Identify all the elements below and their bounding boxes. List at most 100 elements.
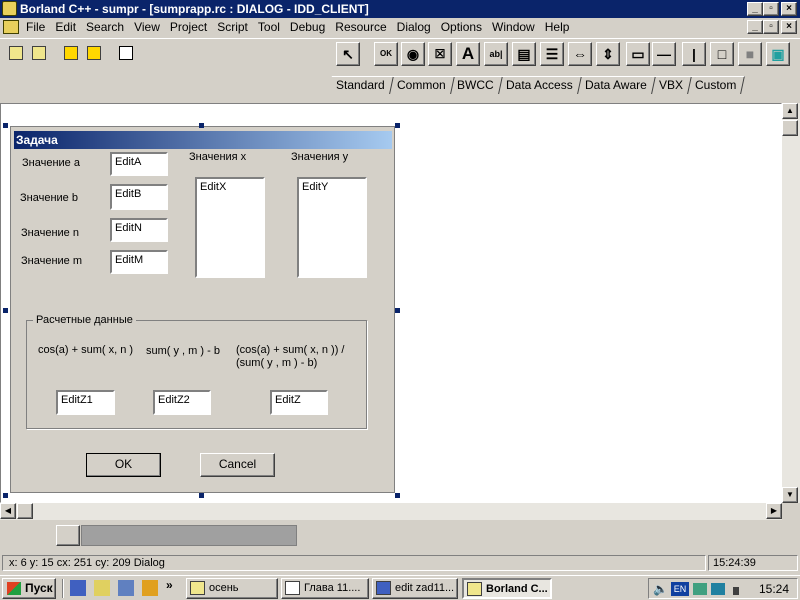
edit-tool[interactable]: ab| bbox=[484, 42, 508, 66]
minimize-button[interactable]: _ bbox=[747, 2, 763, 16]
ok-button[interactable]: OK bbox=[86, 453, 161, 477]
mdi-minimize-button[interactable]: _ bbox=[747, 20, 763, 34]
tray-app-icon[interactable] bbox=[711, 583, 725, 595]
resize-handle[interactable] bbox=[199, 493, 204, 498]
hscroll-tool[interactable]: ⇔ bbox=[568, 42, 592, 66]
bitmap-tool[interactable]: ▣ bbox=[766, 42, 790, 66]
start-button[interactable]: Пуск bbox=[2, 578, 56, 599]
language-indicator[interactable]: EN bbox=[671, 582, 689, 596]
tab-custom[interactable]: Custom bbox=[686, 76, 745, 94]
edit-b[interactable]: EditB bbox=[110, 184, 168, 210]
cancel-button[interactable]: Cancel bbox=[200, 453, 275, 477]
task-osen[interactable]: осень bbox=[186, 578, 278, 599]
mdi-restore-button[interactable]: ▫ bbox=[763, 20, 779, 34]
maximize-button[interactable]: ▫ bbox=[763, 2, 779, 16]
vertical-scrollbar[interactable] bbox=[782, 103, 800, 503]
vscroll-tool[interactable]: ⇕ bbox=[596, 42, 620, 66]
clock[interactable]: 15:24 bbox=[759, 582, 789, 596]
menu-dialog[interactable]: Dialog bbox=[392, 18, 436, 37]
task-glava[interactable]: Глава 11.... bbox=[281, 578, 369, 599]
tab-bwcc[interactable]: BWCC bbox=[449, 76, 503, 94]
menu-resource[interactable]: Resource bbox=[330, 18, 391, 37]
palette-tabs: Standard Common BWCC Data Access Data Aware V… bbox=[328, 76, 800, 98]
dialog-title: Задача bbox=[14, 131, 392, 149]
edit-z1[interactable]: EditZ1 bbox=[56, 390, 115, 415]
edit-a[interactable]: EditA bbox=[110, 152, 168, 176]
resize-handle[interactable] bbox=[199, 123, 204, 128]
align-tool-button[interactable] bbox=[56, 525, 80, 546]
menu-options[interactable]: Options bbox=[436, 18, 487, 37]
window-title: Borland C++ - sumpr - [sumprapp.rc : DIA… bbox=[20, 2, 369, 16]
volume-icon[interactable]: 🔈 bbox=[653, 582, 668, 596]
listbox-tool[interactable]: ▤ bbox=[512, 42, 536, 66]
tab-data-aware[interactable]: Data Aware bbox=[576, 76, 656, 94]
resize-handle[interactable] bbox=[395, 493, 400, 498]
build-button[interactable] bbox=[60, 42, 84, 66]
resize-handle[interactable] bbox=[395, 308, 400, 313]
edit-z[interactable]: EditZ bbox=[270, 390, 328, 415]
task-edit-zad[interactable]: edit zad11... bbox=[372, 578, 458, 599]
menu-project[interactable]: Project bbox=[165, 18, 212, 37]
mdi-close-button[interactable]: × bbox=[781, 20, 797, 34]
static-text-tool[interactable]: A bbox=[456, 42, 480, 66]
horizontal-scrollbar[interactable] bbox=[0, 503, 782, 520]
menu-tool[interactable]: Tool bbox=[253, 18, 285, 37]
pushbutton-tool[interactable]: OK bbox=[374, 42, 398, 66]
menu-search[interactable]: Search bbox=[81, 18, 129, 37]
new-button[interactable] bbox=[5, 42, 29, 66]
edit-x[interactable]: EditX bbox=[195, 177, 265, 278]
vertical-scroll-thumb[interactable] bbox=[782, 120, 798, 136]
scroll-up-button[interactable]: ▲ bbox=[782, 103, 798, 119]
network-icon[interactable] bbox=[693, 583, 707, 595]
hline-tool[interactable]: — bbox=[652, 42, 676, 66]
menu-bar: File Edit Search View Project Script Tool Debug… bbox=[0, 18, 800, 37]
scroll-right-button[interactable]: ▶ bbox=[766, 503, 782, 519]
edit-z2[interactable]: EditZ2 bbox=[153, 390, 211, 415]
tray-small-icon[interactable] bbox=[733, 587, 739, 595]
open-button[interactable] bbox=[28, 42, 52, 66]
menu-debug[interactable]: Debug bbox=[285, 18, 330, 37]
help-pointer-button[interactable] bbox=[115, 42, 139, 66]
outlook-icon[interactable] bbox=[94, 580, 110, 596]
media-icon[interactable] bbox=[142, 580, 158, 596]
edit-m[interactable]: EditM bbox=[110, 250, 168, 274]
menu-script[interactable]: Script bbox=[212, 18, 253, 37]
resize-handle[interactable] bbox=[3, 123, 8, 128]
tab-vbx[interactable]: VBX bbox=[650, 76, 692, 94]
edit-n[interactable]: EditN bbox=[110, 218, 168, 242]
menu-window[interactable]: Window bbox=[487, 18, 540, 37]
frame-tool[interactable]: □ bbox=[710, 42, 734, 66]
borland-app-icon[interactable] bbox=[2, 1, 17, 16]
resize-handle[interactable] bbox=[3, 493, 8, 498]
rectangle-tool[interactable]: ■ bbox=[738, 42, 762, 66]
pointer-tool[interactable]: ↖ bbox=[336, 42, 360, 66]
explorer-icon[interactable] bbox=[118, 580, 134, 596]
checkbox-tool[interactable]: ☒ bbox=[428, 42, 452, 66]
menu-help[interactable]: Help bbox=[540, 18, 575, 37]
resize-handle[interactable] bbox=[395, 123, 400, 128]
more-quicklaunch-icon[interactable]: » bbox=[166, 578, 178, 594]
groupbox-tool[interactable]: ▭ bbox=[626, 42, 650, 66]
task-borland[interactable]: Borland C... bbox=[462, 578, 552, 599]
horizontal-scroll-thumb[interactable] bbox=[17, 503, 33, 519]
combobox-tool[interactable]: ☰ bbox=[540, 42, 564, 66]
scroll-left-button[interactable]: ◀ bbox=[0, 503, 16, 519]
edit-y[interactable]: EditY bbox=[297, 177, 367, 278]
menu-view[interactable]: View bbox=[129, 18, 165, 37]
desktop-icon[interactable] bbox=[70, 580, 86, 596]
menu-file[interactable]: File bbox=[21, 18, 50, 37]
scroll-down-button[interactable]: ▼ bbox=[782, 487, 798, 503]
tab-data-access[interactable]: Data Access bbox=[498, 76, 582, 94]
status-coordinates: x: 6 y: 15 cx: 251 cy: 209 Dialog bbox=[2, 555, 706, 571]
vline-tool[interactable]: | bbox=[682, 42, 706, 66]
make-button[interactable] bbox=[83, 42, 107, 66]
tab-common[interactable]: Common bbox=[388, 76, 455, 94]
tab-standard[interactable]: Standard bbox=[328, 76, 394, 94]
word-icon bbox=[285, 581, 300, 595]
resize-handle[interactable] bbox=[3, 308, 8, 313]
radiobutton-tool[interactable]: ◉ bbox=[401, 42, 425, 66]
formula-z1: cos(a) + sum( x, n ) bbox=[38, 344, 134, 356]
close-button[interactable]: × bbox=[781, 2, 797, 16]
menu-edit[interactable]: Edit bbox=[50, 18, 81, 37]
document-icon[interactable] bbox=[3, 20, 19, 34]
